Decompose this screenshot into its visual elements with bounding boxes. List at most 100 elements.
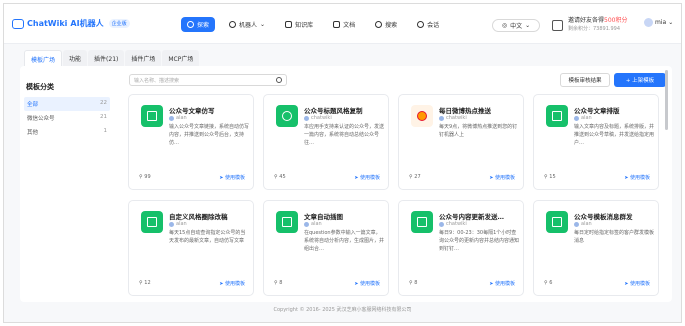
nav-label: 探索: [197, 22, 210, 29]
card-description: 每日定时给指定标签的客户群发模板消息: [574, 230, 654, 244]
user-menu[interactable]: mia ⌄: [644, 18, 673, 27]
card-title: 每日微博热点推送: [439, 107, 491, 115]
card-author: alan: [574, 115, 592, 121]
template-panel: 模板分类 全部 22 微信公众号 21 其他 1 输入名称、描述搜索 模板审核结…: [20, 66, 672, 302]
nav-docs[interactable]: 文档: [327, 17, 361, 32]
image-icon: [276, 211, 298, 233]
template-card[interactable]: 公众号文章仿写 alan 输入公众号文章链接，系统自动仿写内容，并推送到公众号后…: [128, 94, 254, 190]
author-avatar: [169, 221, 174, 227]
author-avatar: [574, 115, 579, 121]
author-avatar: [574, 221, 579, 227]
use-template-button[interactable]: ➤ 使用模板: [354, 280, 380, 287]
author-avatar: [304, 115, 309, 121]
template-card[interactable]: 每日微博热点推送 chatwiki 每天9点，将微博热点推送到您的钉钉机器人上 …: [398, 94, 524, 190]
nav-explore[interactable]: 探索: [181, 17, 216, 32]
author-avatar: [304, 221, 309, 227]
card-author: alan: [574, 221, 592, 227]
chevron-down-icon: ⌄: [525, 22, 531, 29]
audit-results-button[interactable]: 模板审核结果: [560, 73, 610, 87]
brand-name: ChatWiki: [27, 19, 68, 28]
card-title: 公众号内容更新发送…: [439, 213, 504, 221]
nav-knowledge[interactable]: 知识库: [279, 17, 319, 32]
nav-label: 知识库: [295, 22, 314, 29]
use-template-button[interactable]: ➤ 使用模板: [624, 280, 650, 287]
chat-icon: [417, 21, 425, 28]
document-icon: [333, 21, 341, 28]
user-name: mia: [655, 19, 667, 26]
scrollbar[interactable]: [665, 70, 668, 130]
author-avatar: [169, 115, 174, 121]
globe-icon: ◎: [501, 22, 508, 29]
card-author: alan: [304, 221, 322, 227]
sidebar-item-other[interactable]: 其他 1: [24, 125, 110, 139]
template-card[interactable]: 公众号模板消息群发 alan 每日定时给指定标签的客户群发模板消息 ⚲ 6 ➤ …: [533, 200, 659, 296]
card-title: 公众号标题风格复制: [304, 107, 363, 115]
card-description: 每天15点自动查询指定公众号的当天发布的最新文章，自动仿写文章: [169, 230, 246, 244]
usage-count: ⚲ 15: [544, 174, 556, 180]
brand-logo[interactable]: ChatWiki AI机器人 企业版: [12, 18, 130, 29]
nav-search[interactable]: 搜索: [369, 17, 403, 32]
chevron-down-icon: ⌄: [668, 19, 674, 26]
search-placeholder: 输入名称、描述搜索: [134, 78, 180, 84]
invite-promo[interactable]: 邀请好友各得500积分 剩余积分：73891.994: [552, 17, 627, 33]
use-template-button[interactable]: ➤ 使用模板: [489, 280, 515, 287]
sidebar-title: 模板分类: [26, 83, 54, 91]
card-description: 每天9点，将微博热点推送到您的钉钉机器人上: [439, 124, 518, 138]
sidebar-item-wechat[interactable]: 微信公众号 21: [24, 111, 110, 125]
use-template-button[interactable]: ➤ 使用模板: [219, 280, 245, 287]
workflow-icon: [546, 211, 568, 233]
search-icon[interactable]: [276, 77, 282, 83]
chevron-down-icon: ⌄: [260, 21, 266, 28]
template-card[interactable]: 公众号标题风格复制 chatwiki 本应用手支持来认证的公众号，发送一篇内容，…: [263, 94, 389, 190]
chatwiki-logo-icon: [12, 18, 24, 29]
gift-icon: [552, 19, 563, 31]
avatar: [644, 18, 653, 27]
wechat-icon: [276, 105, 298, 127]
search-input[interactable]: 输入名称、描述搜索: [129, 74, 287, 86]
usage-count: ⚲ 6: [544, 280, 553, 286]
add-template-button[interactable]: + 上架模板: [614, 73, 666, 87]
card-author: chatwiki: [304, 115, 332, 121]
card-title: 公众号文章仿写: [169, 107, 215, 115]
language-select[interactable]: ◎ 中文 ⌄: [492, 19, 540, 32]
nav-label: 搜索: [385, 22, 398, 29]
nav-label: 机器人: [239, 22, 258, 29]
brand-sub: AI机器人: [70, 19, 104, 28]
language-label: 中文: [510, 23, 523, 30]
copyright-footer: Copyright © 2016- 2025 武汉芝麻小客服网络科技有限公司: [273, 307, 412, 313]
usage-count: ⚲ 99: [139, 174, 151, 180]
card-description: 本应用手支持来认证的公众号，发送一篇内容，系统将自动总结公众号往…: [304, 124, 384, 146]
usage-count: ⚲ 8: [274, 280, 283, 286]
author-avatar: [439, 115, 444, 121]
edit-icon: [141, 211, 163, 233]
article-icon: [141, 105, 163, 127]
nav-chat[interactable]: 会话: [411, 17, 445, 32]
sidebar-item-all[interactable]: 全部 22: [24, 97, 110, 111]
remaining-points: 剩余积分：73891.994: [568, 26, 621, 32]
card-author: alan: [169, 115, 187, 121]
card-description: 输入公众号文章链接，系统自动仿写内容，并推送到公众号后台，支持仿…: [169, 124, 249, 146]
card-title: 公众号模板消息群发: [574, 213, 633, 221]
search-icon: [375, 21, 383, 28]
nav-robots[interactable]: 机器人 ⌄: [223, 17, 271, 32]
usage-count: ⚲ 45: [274, 174, 286, 180]
use-template-button[interactable]: ➤ 使用模板: [489, 174, 515, 181]
nav-label: 文档: [343, 22, 356, 29]
top-header: ChatWiki AI机器人 企业版 探索 机器人 ⌄ 知识库 文档 搜索 会话…: [4, 4, 681, 44]
use-template-button[interactable]: ➤ 使用模板: [354, 174, 380, 181]
use-template-button[interactable]: ➤ 使用模板: [219, 174, 245, 181]
card-author: alan: [169, 221, 187, 227]
use-template-button[interactable]: ➤ 使用模板: [624, 174, 650, 181]
main-nav: 探索 机器人 ⌄ 知识库 文档 搜索 会话: [181, 17, 445, 32]
weibo-icon: [411, 105, 433, 127]
template-card[interactable]: 文章自动插图 alan 在question参数中输入一篇文章，系统将自动分析内容…: [263, 200, 389, 296]
category-sidebar: 模板分类 全部 22 微信公众号 21 其他 1: [24, 82, 110, 139]
card-title: 公众号文章排版: [574, 107, 620, 115]
layout-icon: [546, 105, 568, 127]
template-card[interactable]: 公众号内容更新发送… chatwiki 每日9：00-23：30每隔1个小时查询…: [398, 200, 524, 296]
promo-highlight: 500积分: [604, 17, 628, 24]
robot-icon: [229, 21, 237, 28]
template-card[interactable]: 公众号文章排版 alan 输入文章内容及标题，系统排版，并推送到公众号草稿，并发…: [533, 94, 659, 190]
edition-badge: 企业版: [108, 19, 130, 28]
template-card[interactable]: 自定义风格圈除改稿 alan 每天15点自动查询指定公众号的当天发布的最新文章，…: [128, 200, 254, 296]
